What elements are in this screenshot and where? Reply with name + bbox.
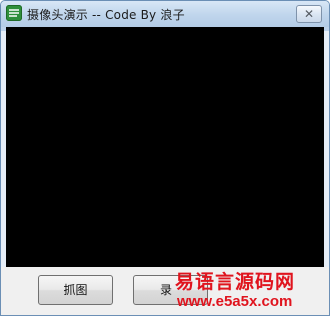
record-button[interactable]: 录 (133, 275, 208, 305)
close-icon: ✕ (303, 7, 315, 21)
camera-preview (6, 27, 324, 267)
capture-button[interactable]: 抓图 (38, 275, 113, 305)
close-button[interactable]: ✕ (296, 5, 322, 23)
window-title: 摄像头演示 -- Code By 浪子 (27, 8, 185, 22)
title-bar[interactable]: 摄像头演示 -- Code By 浪子 ✕ (1, 1, 329, 27)
app-icon (6, 5, 22, 21)
app-window: 摄像头演示 -- Code By 浪子 ✕ 抓图 录 (0, 0, 330, 316)
